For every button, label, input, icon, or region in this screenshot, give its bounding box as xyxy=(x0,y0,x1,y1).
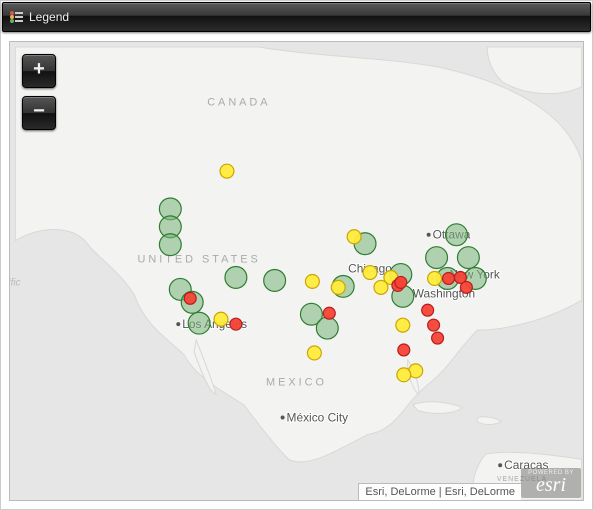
marker-yellow[interactable] xyxy=(374,280,388,294)
marker-red[interactable] xyxy=(432,332,444,344)
panel-title: Legend xyxy=(29,2,69,32)
map-panel: Legend CANADAUNITED STATESMEXICOificV xyxy=(0,0,593,510)
marker-red[interactable] xyxy=(460,281,472,293)
marker-green[interactable] xyxy=(159,234,181,256)
marker-green[interactable] xyxy=(446,224,468,246)
marker-green[interactable] xyxy=(426,247,448,269)
country-label: MEXICO xyxy=(266,377,327,389)
legend-icon xyxy=(9,10,23,24)
marker-green[interactable] xyxy=(225,267,247,289)
marker-red[interactable] xyxy=(230,318,242,330)
marker-green[interactable] xyxy=(316,317,338,339)
marker-red[interactable] xyxy=(184,292,196,304)
marker-red[interactable] xyxy=(443,272,455,284)
marker-yellow[interactable] xyxy=(363,266,377,280)
ocean-label: ific xyxy=(10,277,21,288)
marker-yellow[interactable] xyxy=(331,280,345,294)
marker-yellow[interactable] xyxy=(220,164,234,178)
zoom-controls: + − xyxy=(22,54,56,130)
map-attribution: Esri, DeLorme | Esri, DeLorme xyxy=(358,483,521,500)
marker-yellow[interactable] xyxy=(397,368,411,382)
panel-header: Legend xyxy=(2,2,591,32)
marker-green[interactable] xyxy=(188,312,210,334)
zoom-in-button[interactable]: + xyxy=(22,54,56,88)
country-label: UNITED STATES xyxy=(138,254,261,266)
marker-yellow[interactable] xyxy=(307,346,321,360)
map-view[interactable]: CANADAUNITED STATESMEXICOificVENEZUELAOt… xyxy=(9,41,584,501)
zoom-out-button[interactable]: − xyxy=(22,96,56,130)
marker-red[interactable] xyxy=(398,344,410,356)
country-label: CANADA xyxy=(207,97,270,109)
marker-yellow[interactable] xyxy=(214,312,228,326)
marker-yellow[interactable] xyxy=(305,274,319,288)
marker-red[interactable] xyxy=(323,307,335,319)
marker-red[interactable] xyxy=(428,319,440,331)
marker-green[interactable] xyxy=(264,270,286,292)
marker-yellow[interactable] xyxy=(428,271,442,285)
marker-green[interactable] xyxy=(457,247,479,269)
marker-red[interactable] xyxy=(395,276,407,288)
marker-yellow[interactable] xyxy=(396,318,410,332)
map-svg: CANADAUNITED STATESMEXICOificVENEZUELAOt… xyxy=(10,42,583,500)
marker-yellow[interactable] xyxy=(347,230,361,244)
city-label: México City xyxy=(287,411,349,425)
esri-logo: POWERED BY esri xyxy=(521,468,581,498)
marker-red[interactable] xyxy=(422,304,434,316)
esri-brand: esri xyxy=(521,476,581,494)
